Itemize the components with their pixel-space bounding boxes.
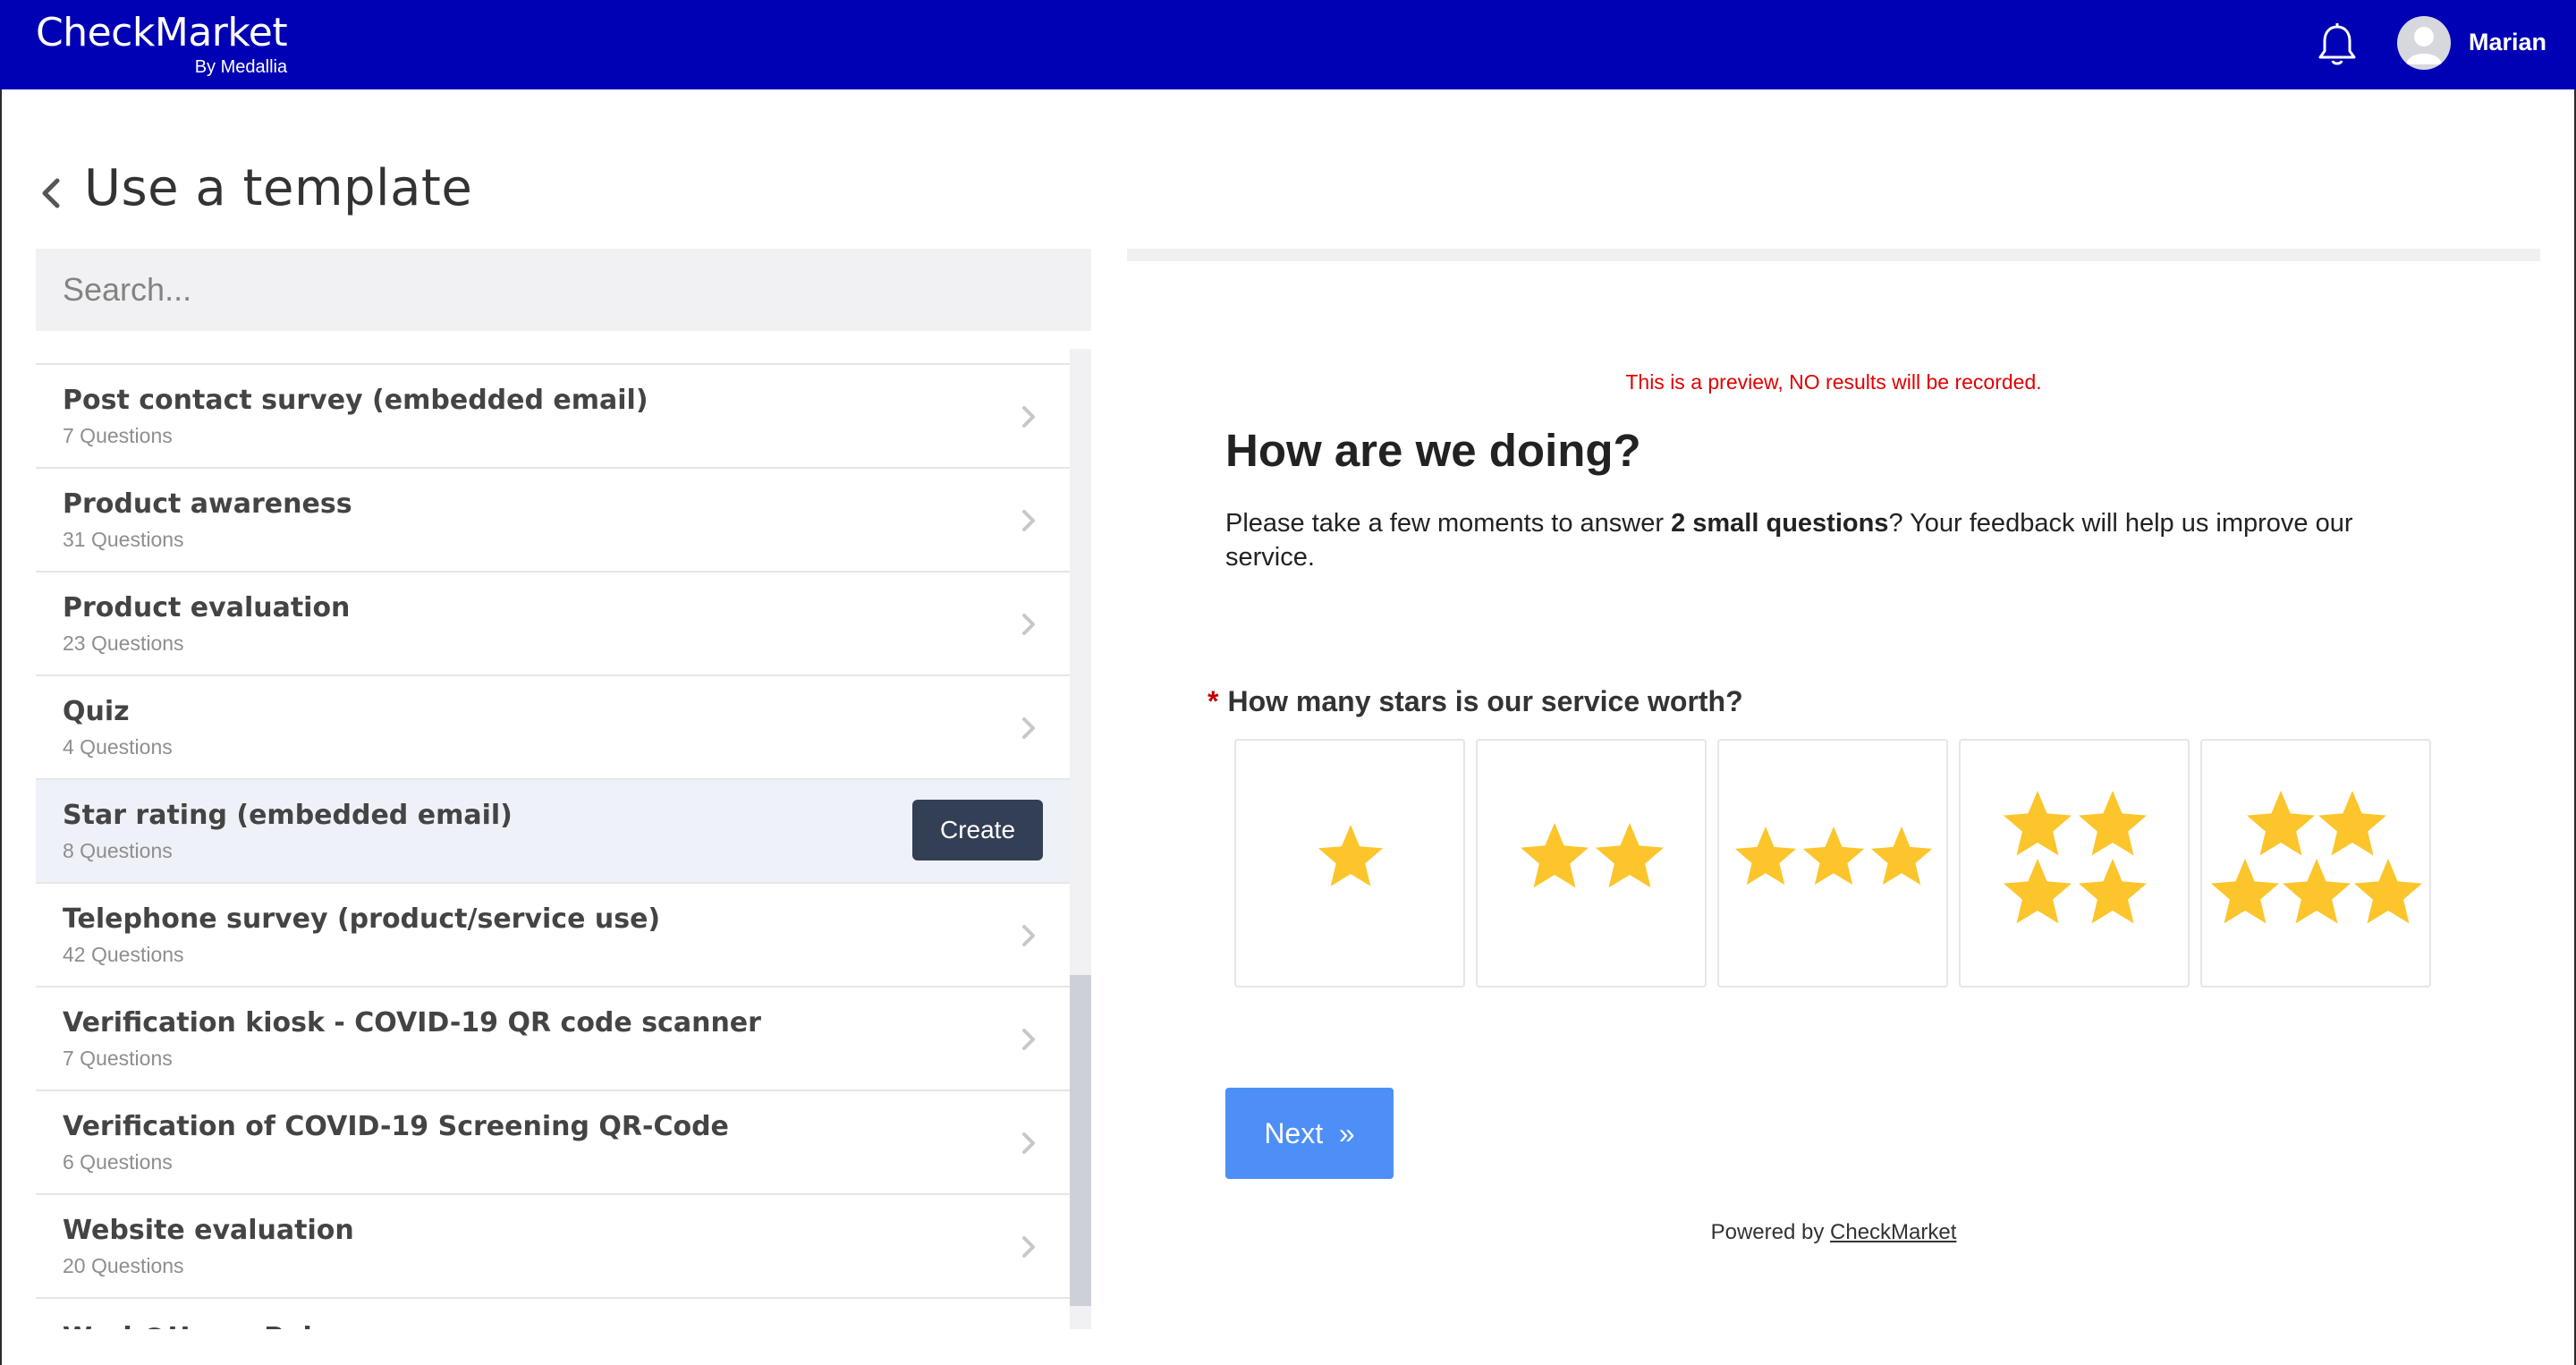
template-list: Post contact survey (embedded email) 7 Q… <box>36 363 1070 1329</box>
star-icon <box>1521 823 1664 888</box>
chevron-right-icon <box>1022 1132 1035 1154</box>
checkmarket-link[interactable]: CheckMarket <box>1830 1220 1956 1244</box>
page-title: Use a template <box>84 159 473 217</box>
template-title: Product evaluation <box>63 592 351 623</box>
next-label: Next <box>1264 1116 1324 1149</box>
brand-subtitle: By Medallia <box>194 57 288 77</box>
chevron-right-icon <box>1022 614 1035 635</box>
list-scrollbar[interactable] <box>1070 349 1091 1329</box>
next-button[interactable]: Next » <box>1225 1088 1394 1179</box>
template-question-count: 42 Questions <box>63 943 184 966</box>
chevron-right-icon <box>1022 925 1035 946</box>
question-text: How many stars is our service worth? <box>1227 685 1743 717</box>
template-title: Post contact survey (embedded email) <box>63 385 648 416</box>
template-row-quiz[interactable]: Quiz 4 Questions <box>36 674 1070 778</box>
powered-by: Powered by CheckMarket <box>1127 1220 2540 1245</box>
create-button[interactable]: Create <box>912 800 1043 861</box>
star-icon <box>2318 791 2386 856</box>
template-title: Product awareness <box>63 488 352 520</box>
frame-border-left <box>0 89 2 1365</box>
scrollbar-thumb[interactable] <box>1070 975 1091 1306</box>
rating-option-2[interactable] <box>1476 739 1707 988</box>
template-row-product-awareness[interactable]: Product awareness 31 Questions <box>36 467 1070 571</box>
chevron-right-icon <box>1022 406 1035 428</box>
star-rating-options <box>1234 739 2433 989</box>
template-question-count: 4 Questions <box>63 735 173 759</box>
chevron-right-icon <box>1022 510 1035 531</box>
brand-logo[interactable]: CheckMarket By Medallia <box>36 10 288 78</box>
user-name[interactable]: Marian <box>2469 29 2546 56</box>
template-title: Star rating (embedded email) <box>63 800 513 831</box>
preview-top-bar <box>1127 249 2540 261</box>
survey-intro: Please take a few moments to answer 2 sm… <box>1225 506 2406 574</box>
star-icon <box>1870 827 1933 886</box>
star-icon <box>2354 859 2422 924</box>
star-icon <box>2004 791 2072 856</box>
top-bar: CheckMarket By Medallia Marian <box>0 0 2576 89</box>
template-title: Telephone survey (product/service use) <box>63 903 661 935</box>
star-icon <box>1802 827 1865 886</box>
chevron-right-icon <box>1022 717 1035 739</box>
template-title: Work@Home Pulse <box>63 1322 346 1329</box>
template-row-post-contact[interactable]: Post contact survey (embedded email) 7 Q… <box>36 363 1070 467</box>
user-avatar-icon[interactable] <box>2397 16 2451 70</box>
template-row-telephone-survey[interactable]: Telephone survey (product/service use) 4… <box>36 882 1070 986</box>
intro-bold: 2 small questions <box>1671 509 1889 538</box>
template-row-verification-kiosk[interactable]: Verification kiosk - COVID-19 QR code sc… <box>36 986 1070 1089</box>
template-title: Verification of COVID-19 Screening QR-Co… <box>63 1111 729 1142</box>
template-question-count: 7 Questions <box>63 1047 173 1070</box>
next-glyph: » <box>1338 1116 1355 1149</box>
template-row-verification-qr[interactable]: Verification of COVID-19 Screening QR-Co… <box>36 1089 1070 1193</box>
template-row-cut-off[interactable]: Work@Home Pulse <box>36 1322 1070 1329</box>
chevron-right-icon <box>1022 1236 1035 1258</box>
star-icon <box>2004 859 2072 924</box>
star-icon <box>1318 825 1384 886</box>
template-question-count: 23 Questions <box>63 632 184 655</box>
star-icon <box>2079 791 2147 856</box>
template-row-star-rating[interactable]: Star rating (embedded email) 8 Questions… <box>36 778 1070 882</box>
star-icon <box>1734 827 1797 886</box>
template-title: Website evaluation <box>63 1215 354 1246</box>
star-icon <box>2211 791 2422 924</box>
rating-option-5[interactable] <box>2200 739 2431 988</box>
rating-option-4[interactable] <box>1959 739 2190 988</box>
template-question-count: 20 Questions <box>63 1254 184 1277</box>
question-label: * How many stars is our service worth? <box>1208 685 1743 718</box>
powered-prefix: Powered by <box>1710 1220 1831 1244</box>
template-title: Quiz <box>63 696 130 727</box>
brand-name: CheckMarket <box>36 10 288 55</box>
survey-title: How are we doing? <box>1225 425 1641 476</box>
star-icon <box>2004 791 2147 924</box>
rating-option-3[interactable] <box>1717 739 1948 988</box>
star-icon <box>1596 823 1664 888</box>
star-icon <box>1734 827 1933 886</box>
template-question-count: 6 Questions <box>63 1150 173 1174</box>
intro-text: Please take a few moments to answer <box>1225 509 1672 538</box>
template-row-website-evaluation[interactable]: Website evaluation 20 Questions <box>36 1193 1070 1297</box>
star-icon <box>2079 859 2147 924</box>
chevron-right-icon <box>1022 1029 1035 1050</box>
star-icon <box>2211 859 2279 924</box>
template-question-count: 7 Questions <box>63 424 173 447</box>
template-title: Verification kiosk - COVID-19 QR code sc… <box>63 1007 761 1039</box>
template-question-count: 8 Questions <box>63 839 173 862</box>
required-mark: * <box>1208 685 1219 717</box>
preview-notice: This is a preview, NO results will be re… <box>1625 370 2042 394</box>
rating-option-1[interactable] <box>1234 739 1465 988</box>
star-icon <box>2283 859 2351 924</box>
star-icon <box>1318 825 1384 886</box>
bell-icon[interactable] <box>2315 21 2360 68</box>
search-input[interactable] <box>36 249 1091 331</box>
template-row-product-evaluation[interactable]: Product evaluation 23 Questions <box>36 571 1070 674</box>
chevron-left-icon[interactable] <box>36 175 64 211</box>
star-icon <box>1521 823 1589 888</box>
star-icon <box>2247 791 2315 856</box>
template-question-count: 31 Questions <box>63 528 184 551</box>
